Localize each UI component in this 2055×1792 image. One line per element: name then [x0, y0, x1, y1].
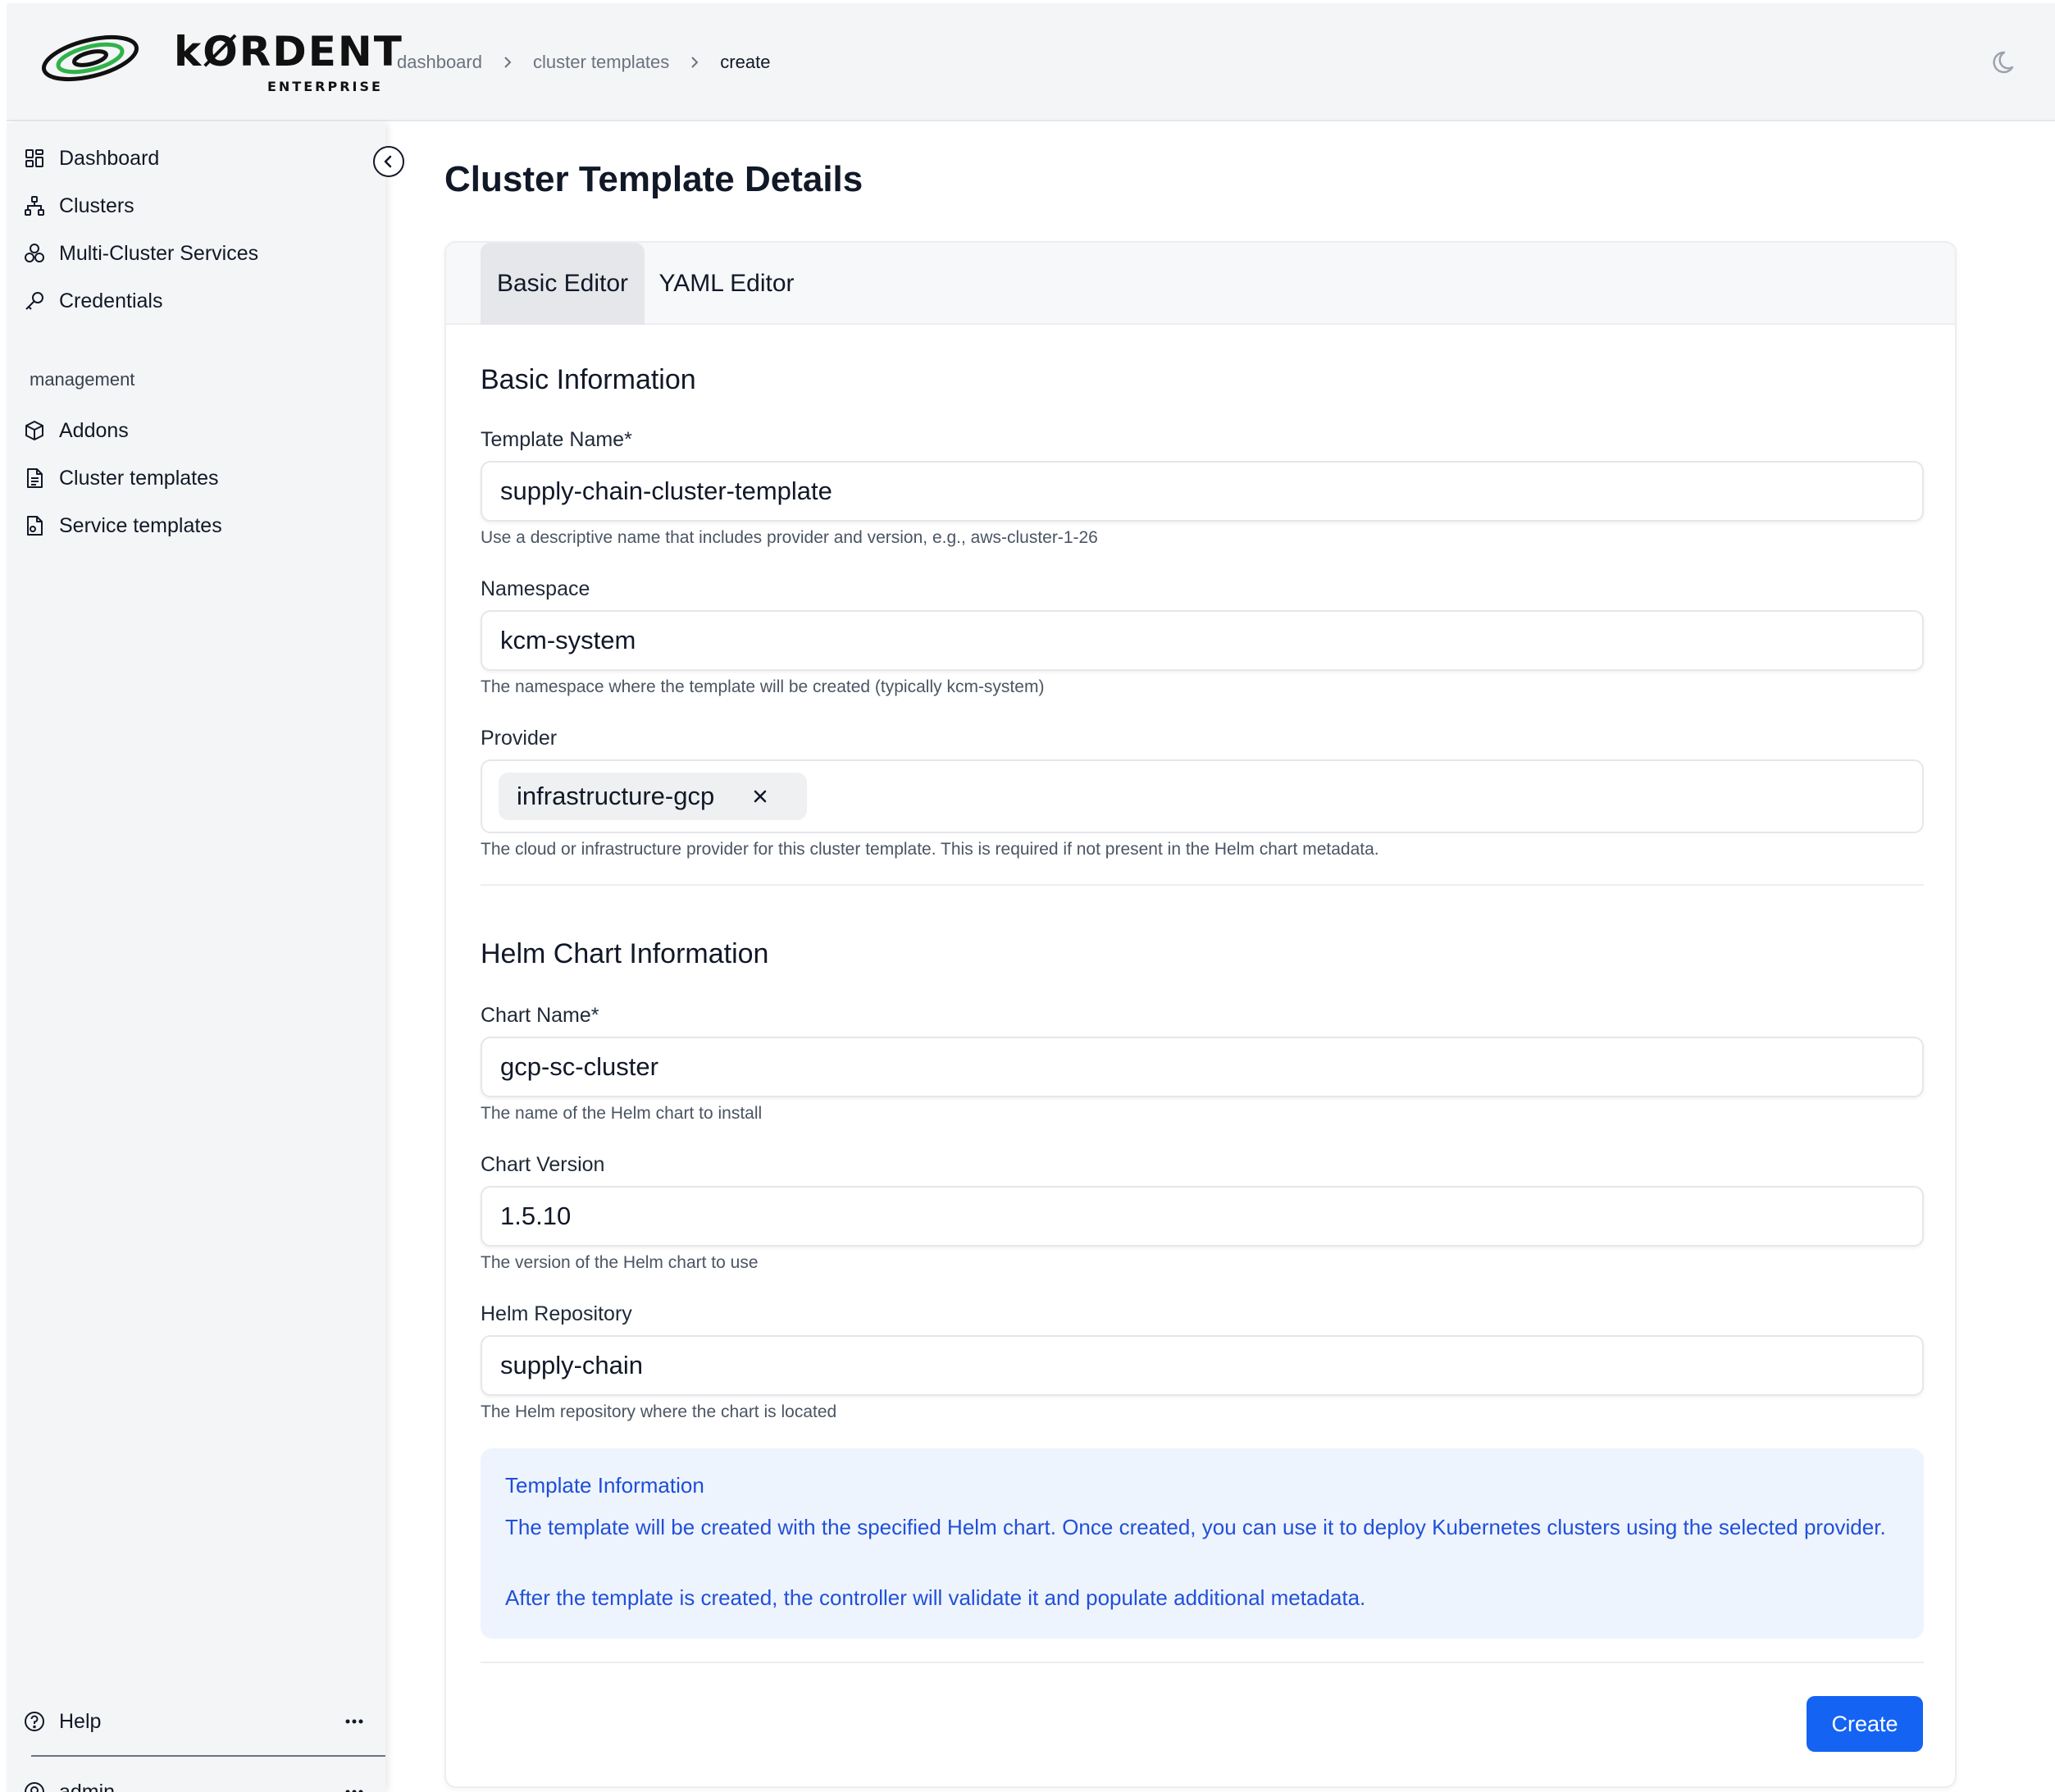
more-horizontal-icon [345, 1719, 363, 1724]
dashboard-grid-icon [25, 149, 43, 167]
sidebar: Dashboard Clusters Multi-Cluster Service… [7, 123, 385, 1792]
top-header: kØRDENT ENTERPRISE dashboard cluster tem… [7, 3, 2055, 121]
provider-tag: infrastructure-gcp [499, 773, 807, 820]
nav-group-management: management [30, 369, 135, 390]
sidebar-item-user[interactable]: admin [23, 1773, 367, 1792]
brand-subtitle: ENTERPRISE [267, 79, 383, 94]
sidebar-item-label: Credentials [59, 289, 163, 312]
sidebar-item-dashboard[interactable]: Dashboard [23, 139, 367, 177]
sidebar-item-help[interactable]: Help [23, 1703, 367, 1740]
provider-label: Provider [481, 727, 558, 750]
helm-repository-label: Helm Repository [481, 1302, 632, 1325]
user-more-button[interactable] [338, 1780, 371, 1792]
sidebar-item-label: Cluster templates [59, 466, 219, 490]
sidebar-item-multi-cluster-services[interactable]: Multi-Cluster Services [23, 235, 367, 272]
brand-logo[interactable]: kØRDENT ENTERPRISE [39, 26, 402, 100]
namespace-hint: The namespace where the template will be… [481, 677, 1045, 696]
tab-basic-editor[interactable]: Basic Editor [481, 243, 645, 325]
file-text-icon [27, 468, 43, 488]
namespace-input[interactable] [481, 610, 1924, 671]
breadcrumb-dashboard[interactable]: dashboard [397, 52, 482, 73]
template-name-input[interactable] [481, 461, 1924, 522]
template-information-callout: Template Information The template will b… [481, 1448, 1924, 1639]
chart-version-hint: The version of the Helm chart to use [481, 1253, 759, 1272]
chart-name-hint: The name of the Helm chart to install [481, 1104, 763, 1123]
breadcrumb-create: create [720, 52, 771, 72]
provider-multiselect[interactable]: infrastructure-gcp [481, 759, 1924, 833]
info-line-2: After the template is created, the contr… [505, 1585, 1366, 1610]
sidebar-item-label: Dashboard [59, 146, 160, 170]
helm-repository-hint: The Helm repository where the chart is l… [481, 1402, 837, 1421]
user-circle-icon [25, 1782, 44, 1792]
template-name-label: Template Name* [481, 428, 632, 451]
tab-yaml-editor[interactable]: YAML Editor [645, 243, 809, 325]
chart-version-input[interactable] [481, 1186, 1924, 1247]
multi-cluster-icon [25, 244, 44, 262]
breadcrumb: dashboard cluster templates create [397, 49, 770, 75]
help-circle-icon [25, 1712, 44, 1731]
more-horizontal-icon [345, 1790, 363, 1792]
help-more-button[interactable] [338, 1709, 371, 1734]
sidebar-collapse-button[interactable] [373, 146, 404, 177]
info-line-1: The template will be created with the sp… [505, 1515, 1886, 1539]
sidebar-item-label: Addons [59, 418, 129, 442]
sidebar-item-cluster-templates[interactable]: Cluster templates [23, 459, 367, 497]
sidebar-divider [31, 1755, 385, 1757]
footer-divider [481, 1662, 1924, 1663]
cluster-network-icon [25, 196, 44, 216]
kordent-orbit-logo-icon [41, 34, 139, 82]
chart-name-label: Chart Name* [481, 1004, 599, 1027]
sidebar-item-label: Help [59, 1709, 102, 1733]
breadcrumb-cluster-templates[interactable]: cluster templates [533, 52, 669, 73]
sidebar-item-addons[interactable]: Addons [23, 412, 367, 449]
editor-tabs: Basic Editor YAML Editor [446, 243, 1955, 325]
sidebar-item-clusters[interactable]: Clusters [23, 187, 367, 225]
create-button[interactable]: Create [1807, 1696, 1923, 1752]
section-title-helm-chart-information: Helm Chart Information [481, 938, 769, 969]
file-gear-icon [27, 516, 43, 536]
section-title-basic-information: Basic Information [481, 364, 696, 395]
chevron-right-icon [504, 57, 512, 68]
provider-tag-label: infrastructure-gcp [517, 782, 715, 810]
chevron-left-icon [384, 155, 392, 168]
namespace-label: Namespace [481, 577, 590, 600]
chart-name-input[interactable] [481, 1037, 1924, 1097]
moon-icon[interactable] [1989, 46, 2022, 79]
package-icon [25, 421, 43, 440]
sidebar-item-label: Multi-Cluster Services [59, 241, 259, 265]
key-icon [25, 292, 43, 310]
provider-hint: The cloud or infrastructure provider for… [481, 840, 1379, 859]
sidebar-item-credentials[interactable]: Credentials [23, 282, 367, 320]
sidebar-item-label: Service templates [59, 513, 222, 537]
close-icon[interactable] [751, 787, 769, 805]
chart-version-label: Chart Version [481, 1153, 605, 1176]
template-form-card: Basic Editor YAML Editor Basic Informati… [444, 241, 1957, 1788]
sidebar-item-service-templates[interactable]: Service templates [23, 507, 367, 545]
sidebar-item-label: Clusters [59, 194, 134, 217]
template-name-hint: Use a descriptive name that includes pro… [481, 528, 1098, 547]
helm-repository-input[interactable] [481, 1335, 1924, 1396]
brand-name: kØRDENT [174, 28, 403, 75]
section-divider [481, 884, 1924, 886]
page-title: Cluster Template Details [444, 159, 863, 199]
info-title: Template Information [505, 1473, 704, 1498]
chevron-right-icon [691, 57, 699, 68]
user-name: admin [59, 1780, 116, 1792]
